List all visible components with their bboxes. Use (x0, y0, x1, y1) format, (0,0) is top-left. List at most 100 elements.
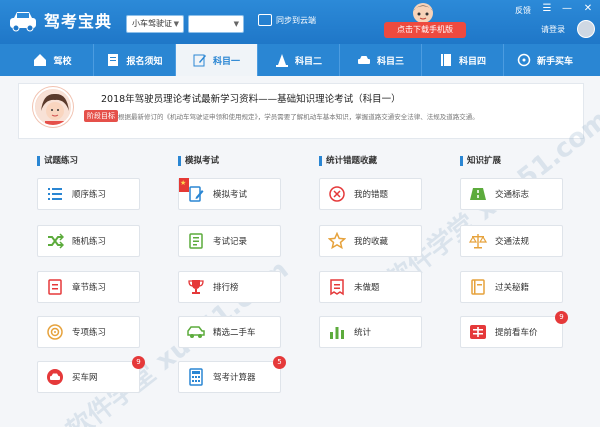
city-select[interactable]: ▼ (188, 15, 244, 33)
banner-description: 根据最新修订的《机动车驾驶证申领和使用规定》，学员需要了解机动车基本知识，掌握道… (118, 113, 479, 121)
list-icon (48, 188, 62, 200)
calculator-button[interactable]: 驾考计算器 5 (178, 356, 286, 393)
button-label: 买车网 (72, 373, 98, 383)
statistics-button[interactable]: 统计 (319, 316, 422, 348)
undone-icon (330, 279, 344, 296)
my-favorites-button[interactable]: 我的收藏 (319, 225, 422, 257)
tab-registration[interactable]: 报名须知 (94, 44, 176, 76)
section-title-knowledge: 知识扩展 (460, 156, 501, 166)
feedback-link[interactable]: 反馈 (515, 5, 531, 16)
download-mobile-button[interactable]: 点击下载手机版 (384, 22, 466, 38)
login-link[interactable]: 请登录 (541, 24, 565, 35)
instructor-avatar (33, 87, 73, 127)
leaderboard-button[interactable]: 排行榜 (178, 271, 281, 303)
trophy-icon (188, 280, 204, 294)
button-label: 排行榜 (213, 283, 239, 293)
chapter-icon (48, 279, 62, 295)
star-icon (328, 232, 346, 250)
notification-badge: 5 (273, 356, 286, 369)
tab-driving-school[interactable]: 驾校 (12, 44, 94, 76)
button-label: 统计 (354, 328, 372, 338)
used-car-icon (187, 326, 205, 338)
button-label: 提前看车价 (495, 328, 538, 338)
car-price-button[interactable]: 提前看车价 9 (460, 311, 568, 348)
steering-wheel-icon (517, 53, 531, 67)
section-title-stats: 统计错题收藏 (319, 156, 377, 166)
my-wrong-questions-button[interactable]: 我的错题 (319, 178, 422, 210)
button-label: 随机练习 (72, 237, 107, 247)
tab-label: 报名须知 (126, 56, 163, 67)
button-label: 章节练习 (72, 283, 107, 293)
button-label: 我的收藏 (354, 237, 389, 247)
ribbon-icon (179, 178, 189, 192)
undone-questions-button[interactable]: 未做题 (319, 271, 422, 303)
menu-icon[interactable]: ☰ (541, 3, 553, 14)
button-label: 专项练习 (72, 328, 107, 338)
car-price-icon (470, 325, 486, 339)
tab-label: 科目一 (212, 56, 240, 67)
button-label: 过关秘籍 (495, 283, 530, 293)
tab-subject-one[interactable]: 科目一 (176, 44, 258, 76)
chapter-practice-button[interactable]: 章节练习 (37, 271, 140, 303)
instructor-avatar-icon (35, 89, 71, 125)
exam-record-button[interactable]: 考试记录 (178, 225, 281, 257)
tab-label: 科目三 (376, 56, 404, 67)
exam-icon (189, 186, 204, 202)
cone-icon (275, 54, 288, 67)
pencil-icon (193, 54, 206, 67)
car-shop-button[interactable]: 买车网 9 (37, 356, 145, 393)
tab-label: 科目四 (458, 56, 486, 67)
stats-icon (330, 327, 344, 339)
license-type-select[interactable]: 小车驾驶证 ▼ (126, 15, 184, 33)
calculator-icon (189, 368, 203, 386)
tab-label: 驾校 (53, 56, 72, 67)
target-icon (47, 324, 63, 340)
special-practice-button[interactable]: 专项练习 (37, 316, 140, 348)
button-label: 模拟考试 (213, 190, 248, 200)
sequential-practice-button[interactable]: 顺序练习 (37, 178, 140, 210)
tab-label: 科目二 (294, 56, 322, 67)
chevron-down-icon: ▼ (233, 20, 239, 28)
minimize-icon[interactable]: — (561, 3, 573, 14)
guide-icon (471, 279, 485, 295)
traffic-signs-button[interactable]: 交通标志 (460, 178, 563, 210)
home-icon (34, 54, 47, 66)
close-icon[interactable]: ✕ (582, 3, 594, 14)
button-label: 交通法规 (495, 237, 530, 247)
notification-badge: 9 (555, 311, 568, 324)
tab-label: 新手买车 (536, 56, 573, 67)
button-label: 驾考计算器 (213, 373, 256, 383)
user-avatar[interactable] (577, 20, 595, 38)
mock-exam-button[interactable]: 模拟考试 (178, 178, 281, 210)
pass-guide-button[interactable]: 过关秘籍 (460, 271, 563, 303)
notification-badge: 9 (132, 356, 145, 369)
shuffle-icon (48, 233, 64, 249)
tab-subject-two[interactable]: 科目二 (258, 44, 340, 76)
used-car-button[interactable]: 精选二手车 (178, 316, 281, 348)
tab-buy-car[interactable]: 新手买车 (504, 44, 586, 76)
sync-cloud-button[interactable]: 同步到云端 (258, 14, 316, 26)
car-icon (357, 56, 370, 64)
section-title-mock-exam: 模拟考试 (178, 156, 219, 166)
car-shop-icon (47, 369, 63, 385)
book-icon (440, 54, 451, 66)
tab-subject-three[interactable]: 科目三 (340, 44, 422, 76)
app-title: 驾考宝典 (44, 12, 113, 31)
document-icon (108, 54, 119, 66)
main-nav: 驾校 报名须知 科目一 科目二 科目三 科目四 新手买车 (0, 44, 600, 76)
mascot-icon (413, 3, 433, 23)
car-logo-icon (10, 12, 36, 32)
tab-subject-four[interactable]: 科目四 (422, 44, 504, 76)
chevron-down-icon: ▼ (173, 20, 179, 28)
license-type-value: 小车驾驶证 (132, 19, 172, 28)
button-label: 精选二手车 (213, 328, 256, 338)
random-practice-button[interactable]: 随机练习 (37, 225, 140, 257)
sync-label: 同步到云端 (276, 15, 316, 25)
goal-badge: 阶段目标 (84, 110, 118, 122)
button-label: 交通标志 (495, 190, 530, 200)
banner-title: 2018年驾驶员理论考试最新学习资料——基础知识理论考试（科目一） (101, 94, 401, 105)
button-label: 未做题 (354, 283, 380, 293)
wrong-icon (329, 186, 345, 202)
traffic-law-button[interactable]: 交通法规 (460, 225, 563, 257)
button-label: 我的错题 (354, 190, 389, 200)
